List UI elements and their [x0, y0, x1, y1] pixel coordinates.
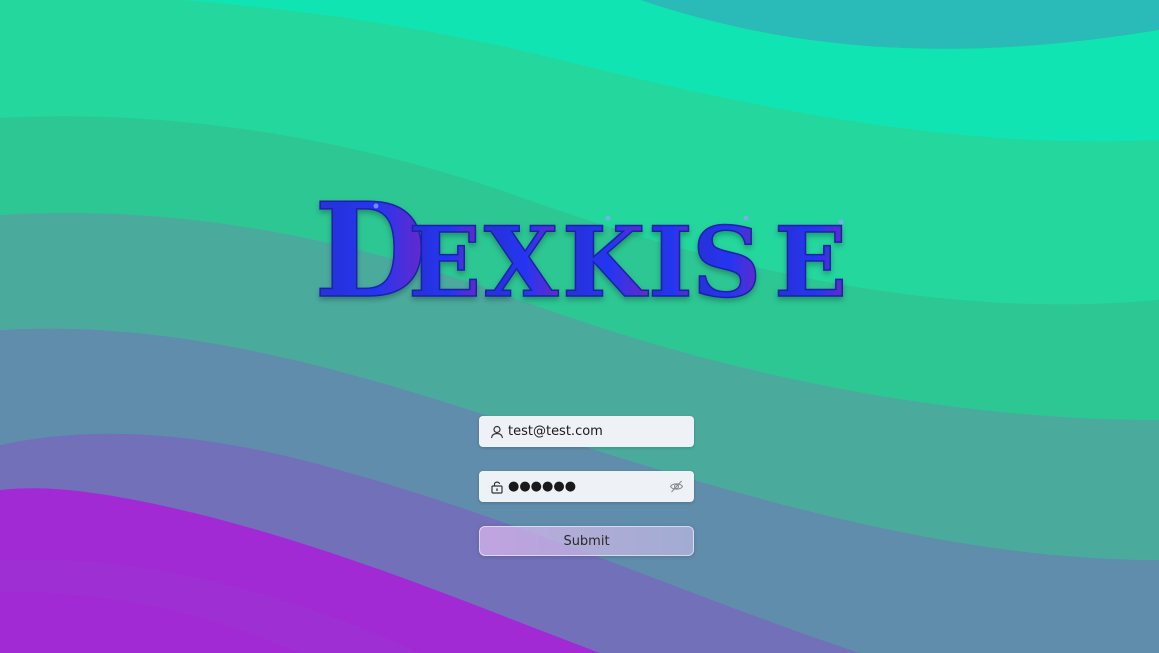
logo-letter-k: K	[562, 206, 649, 316]
logo-letter-e2: E	[774, 206, 847, 316]
email-field[interactable]: test@test.com	[479, 416, 694, 447]
logo-letter-s: S	[692, 206, 761, 316]
eye-off-icon[interactable]	[668, 478, 685, 495]
logo-letter-e: E	[408, 206, 481, 316]
submit-button[interactable]: Submit	[479, 526, 694, 556]
dexkise-logo: D E X K I S E	[313, 186, 848, 316]
lock-icon	[489, 479, 505, 495]
password-field[interactable]: ●●●●●●	[479, 471, 694, 502]
logo-letter-i: I	[648, 206, 693, 316]
email-input[interactable]: test@test.com	[508, 424, 603, 439]
password-input[interactable]: ●●●●●●	[508, 479, 576, 494]
logo-letter-x: X	[484, 206, 559, 316]
user-icon	[489, 424, 505, 440]
